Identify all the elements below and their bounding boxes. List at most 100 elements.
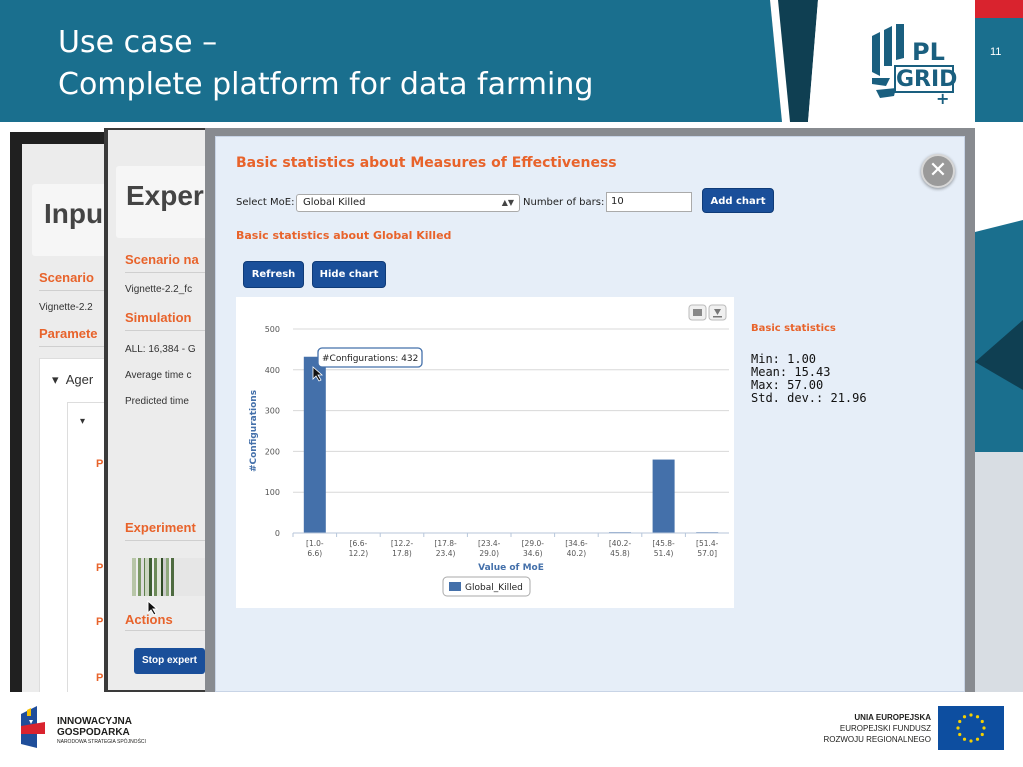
y-tick-label: 200 bbox=[265, 447, 280, 456]
eu-flag-icon bbox=[938, 706, 1004, 750]
eu-star bbox=[969, 739, 973, 743]
x-tick-label: [23.4- bbox=[478, 539, 501, 548]
y-tick-label: 400 bbox=[265, 366, 280, 375]
hide-chart-button[interactable]: Hide chart bbox=[312, 261, 386, 288]
x-tick-label: [12.2- bbox=[391, 539, 414, 548]
legend-label: Global_Killed bbox=[465, 583, 523, 593]
x-tick-label: [51.4- bbox=[696, 539, 719, 548]
legend-swatch bbox=[449, 582, 461, 591]
x-tick-label: 34.6) bbox=[523, 549, 543, 558]
experiment-heading: Experiment bbox=[125, 520, 196, 535]
param-label: P bbox=[96, 562, 104, 574]
predicted-time-text: Predicted time bbox=[125, 396, 189, 407]
right-decoration bbox=[975, 122, 1023, 692]
eu-star bbox=[980, 719, 984, 724]
tree-item-agents[interactable]: ▾ Ager bbox=[52, 372, 93, 388]
x-tick-label: 17.8) bbox=[392, 549, 412, 558]
logo-plus: + bbox=[936, 89, 949, 106]
x-axis-label: Value of MoE bbox=[478, 563, 544, 573]
moe-statistics-modal: Basic statistics about Measures of Effec… bbox=[215, 136, 965, 692]
basic-statistics-title: Basic statistics bbox=[751, 323, 836, 334]
slide-footer: INNOWACYJNA GOSPODARKA NARODOWA STRATEGI… bbox=[0, 692, 1023, 767]
x-tick-label: 45.8) bbox=[610, 549, 630, 558]
refresh-button[interactable]: Refresh bbox=[243, 261, 304, 288]
eu-star bbox=[969, 713, 973, 717]
stop-experiment-button[interactable]: Stop expert bbox=[134, 648, 206, 674]
all-configurations-text: ALL: 16,384 - G bbox=[125, 344, 196, 355]
y-tick-label: 300 bbox=[265, 407, 280, 416]
footer-left-line1: INNOWACYJNA bbox=[57, 716, 133, 727]
eu-star bbox=[975, 715, 980, 719]
chart-bars bbox=[303, 356, 719, 534]
eu-star bbox=[982, 726, 986, 730]
slide-header: Use case – Complete platform for data fa… bbox=[0, 0, 1023, 122]
number-of-bars-input[interactable]: 10 bbox=[606, 192, 692, 212]
select-moe-label: Select MoE: bbox=[236, 197, 295, 208]
footer-right-line3: ROZWOJU REGIONALNEGO bbox=[823, 735, 931, 744]
param-label: P bbox=[96, 458, 104, 470]
add-chart-button[interactable]: Add chart bbox=[702, 188, 774, 213]
print-icon[interactable] bbox=[688, 304, 707, 321]
histogram-bar[interactable] bbox=[652, 459, 675, 533]
y-tick-label: 500 bbox=[265, 325, 280, 334]
x-tick-label: 6.6) bbox=[307, 549, 322, 558]
select-arrows-icon: ▲▼ bbox=[501, 198, 514, 207]
slide-title-line1: Use case – bbox=[58, 25, 218, 60]
subtree-toggle[interactable]: ▾ bbox=[80, 416, 85, 427]
plgrid-logo: PL GRID + bbox=[872, 24, 957, 106]
moe-select[interactable]: Global Killed ▲▼ bbox=[296, 194, 520, 212]
average-time-text: Average time c bbox=[125, 370, 192, 381]
footer-right-line1: UNIA EUROPEJSKA bbox=[854, 713, 931, 722]
eu-star bbox=[958, 732, 962, 737]
close-icon[interactable]: ✕ bbox=[921, 154, 955, 188]
eu-star bbox=[958, 719, 962, 724]
slide-title-line2: Complete platform for data farming bbox=[58, 67, 594, 102]
histogram-svg: 0 100 200 300 400 500 [1.0-6.6) [6.6-12.2) [12.… bbox=[249, 304, 729, 597]
x-tick-label: [17.8- bbox=[434, 539, 457, 548]
param-label: P bbox=[96, 672, 104, 684]
page-number: 11 bbox=[990, 46, 1002, 58]
x-tick-label: 29.0) bbox=[479, 549, 499, 558]
x-axis-ticks: [1.0-6.6) [6.6-12.2) [12.2-17.8) [17.8-23.4… bbox=[292, 533, 719, 558]
eu-star bbox=[980, 732, 984, 737]
eu-star bbox=[975, 737, 980, 741]
logo-pl: PL bbox=[912, 38, 945, 66]
footer-left-line3: NARODOWA STRATEGIA SPÓJNOŚCI bbox=[57, 739, 146, 745]
eu-star bbox=[956, 726, 960, 730]
footer-left-line2: GOSPODARKA bbox=[57, 727, 130, 738]
innowacyjna-gospodarka-text: INNOWACYJNA GOSPODARKA NARODOWA STRATEGI… bbox=[57, 716, 146, 746]
param-label: P bbox=[96, 616, 104, 628]
x-tick-label: [6.6- bbox=[350, 539, 368, 548]
y-tick-label: 0 bbox=[275, 529, 280, 538]
x-tick-label: 23.4) bbox=[436, 549, 456, 558]
x-tick-label: [40.2- bbox=[609, 539, 632, 548]
histogram-chart: 0 100 200 300 400 500 [1.0- 6.6) [6.6- 12.2) [12.… bbox=[236, 297, 734, 608]
x-tick-label: 12.2) bbox=[349, 549, 369, 558]
experiment-title: Exper bbox=[126, 180, 204, 211]
x-tick-label: [45.8- bbox=[652, 539, 675, 548]
vignette-text: Vignette-2.2 bbox=[39, 302, 93, 313]
number-of-bars-label: Number of bars: bbox=[523, 197, 605, 208]
modal-title: Basic statistics about Measures of Effec… bbox=[236, 155, 617, 171]
stat-std-dev: Std. dev.: 21.96 bbox=[751, 391, 867, 405]
x-tick-label: [1.0- bbox=[306, 539, 324, 548]
slide-title: Use case – Complete platform for data fa… bbox=[58, 22, 593, 106]
innowacyjna-gospodarka-logo-icon bbox=[21, 706, 45, 748]
scenario-heading: Scenario bbox=[39, 270, 94, 285]
bar-tooltip: #Configurations: 432 bbox=[317, 347, 423, 368]
slide: Use case – Complete platform for data fa… bbox=[0, 0, 1023, 767]
scenario-name-heading: Scenario na bbox=[125, 252, 199, 267]
vignette-text: Vignette-2.2_fc bbox=[125, 284, 193, 295]
simulation-heading: Simulation bbox=[125, 310, 192, 325]
chart-legend[interactable]: Global_Killed bbox=[442, 576, 531, 597]
x-tick-label: [34.6- bbox=[565, 539, 588, 548]
x-tick-label: 40.2) bbox=[567, 549, 587, 558]
embedded-screenshot: Inpu Scenario Vignette-2.2 Paramete ▾ Ag… bbox=[0, 122, 1023, 692]
x-tick-label: [29.0- bbox=[522, 539, 545, 548]
y-axis-label: #Configurations bbox=[249, 390, 259, 472]
eu-star bbox=[962, 715, 967, 719]
download-icon[interactable] bbox=[708, 304, 727, 321]
histogram-bar[interactable] bbox=[303, 356, 326, 533]
statistics-subtitle: Basic statistics about Global Killed bbox=[236, 229, 452, 242]
footer-right-line2: EUROPEJSKI FUNDUSZ bbox=[839, 724, 931, 733]
